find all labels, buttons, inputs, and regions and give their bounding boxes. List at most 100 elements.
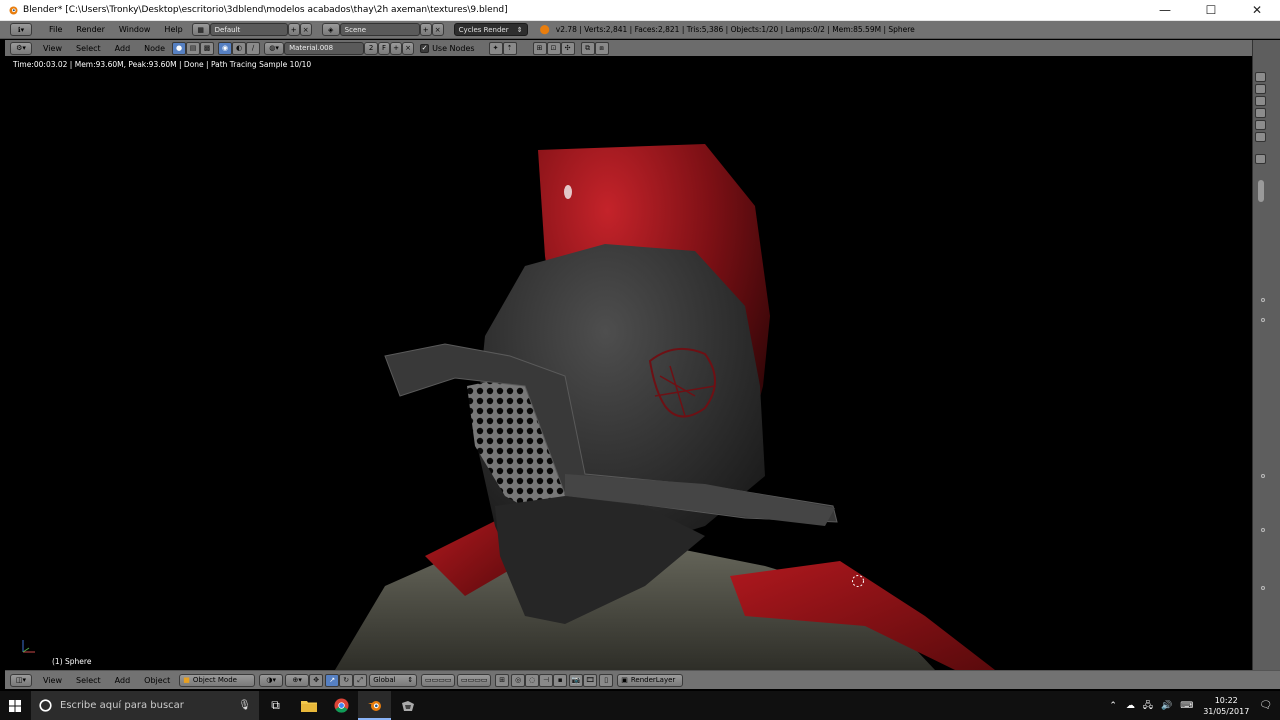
- scale-manipulator-icon[interactable]: ⤢: [353, 673, 368, 687]
- microphone-icon[interactable]: 🎙: [238, 700, 251, 711]
- render-engine-select[interactable]: Cycles Render ⇕: [453, 23, 528, 36]
- panel-dot-icon[interactable]: [1261, 298, 1265, 302]
- layout-browse-icon[interactable]: ▦: [191, 23, 210, 36]
- scene-add-icon[interactable]: +: [419, 23, 432, 36]
- panel-toggle-icon[interactable]: [1255, 154, 1266, 164]
- snap-element-3d-icon[interactable]: ▪: [553, 673, 568, 687]
- close-button[interactable]: ✕: [1234, 0, 1280, 21]
- layout-remove-icon[interactable]: ×: [299, 23, 312, 36]
- rotate-manipulator-icon[interactable]: ↻: [339, 673, 354, 687]
- render-props-icon[interactable]: [1255, 72, 1266, 82]
- view-menu-view[interactable]: View: [36, 676, 69, 685]
- node-menu-add[interactable]: Add: [108, 44, 138, 53]
- snap-toggle-icon[interactable]: ⊞: [532, 41, 547, 55]
- scene-browse-icon[interactable]: ◈: [321, 23, 340, 36]
- go-to-parent-icon[interactable]: ⇡: [502, 41, 517, 55]
- network-icon[interactable]: 🖧: [1143, 698, 1153, 714]
- shader-nodes-icon[interactable]: ●: [172, 41, 187, 55]
- material-users-count[interactable]: 2: [364, 41, 379, 55]
- object-shader-icon[interactable]: ◉: [218, 41, 233, 55]
- rendered-viewport[interactable]: Time:00:03.02 | Mem:93.60M, Peak:93.60M …: [5, 56, 1252, 670]
- layout-add-icon[interactable]: +: [287, 23, 300, 36]
- editor-type-3dview-icon[interactable]: ◫▾: [10, 673, 32, 687]
- pivot-point-icon[interactable]: ⊕▾: [285, 673, 310, 687]
- panel-dot-icon[interactable]: [1261, 474, 1265, 478]
- copy-nodes-icon[interactable]: ⧉: [580, 41, 595, 55]
- transform-orientation-select[interactable]: Global ⇕: [369, 673, 418, 687]
- file-explorer-button[interactable]: [292, 691, 325, 720]
- fake-user-toggle[interactable]: F: [378, 41, 391, 55]
- node-menu-view[interactable]: View: [36, 44, 69, 53]
- world-props-icon[interactable]: [1255, 108, 1266, 118]
- view-menu-add[interactable]: Add: [108, 676, 138, 685]
- properties-sidebar-strip[interactable]: [1252, 40, 1280, 670]
- node-menu-select[interactable]: Select: [69, 44, 108, 53]
- material-props-icon[interactable]: [1255, 132, 1266, 142]
- paste-nodes-icon[interactable]: ⧈: [594, 41, 609, 55]
- snap-icon[interactable]: ⊣: [539, 673, 554, 687]
- task-view-button[interactable]: ⧉: [259, 691, 292, 720]
- snap-element-icon[interactable]: ⊡: [546, 41, 561, 55]
- editor-type-node-icon[interactable]: ⚙▾: [10, 41, 32, 55]
- render-layer-toggle-icon[interactable]: ▯: [599, 673, 614, 687]
- scene-props-icon[interactable]: [1255, 96, 1266, 106]
- taskbar-search-box[interactable]: Escribe aquí para buscar 🎙: [31, 691, 259, 720]
- mode-select[interactable]: ■ Object Mode: [179, 673, 256, 687]
- translate-manipulator-icon[interactable]: ↗: [325, 673, 340, 687]
- task-view-icon: ⧉: [271, 698, 280, 712]
- compositing-nodes-icon[interactable]: ▤: [186, 41, 201, 55]
- show-hidden-icons-icon[interactable]: ⌃: [1109, 701, 1117, 711]
- panel-dot-icon[interactable]: [1261, 318, 1265, 322]
- start-button[interactable]: [0, 691, 30, 720]
- scene-layers-grid-right[interactable]: ▭▭▭▭: [457, 673, 492, 687]
- notifications-icon[interactable]: 🗨: [1259, 700, 1272, 711]
- onedrive-icon[interactable]: ☁: [1126, 701, 1135, 711]
- view-menu-select[interactable]: Select: [69, 676, 108, 685]
- taskbar-clock[interactable]: 10:22 31/05/2017: [1203, 695, 1249, 717]
- material-unlink-icon[interactable]: ×: [402, 41, 415, 55]
- proportional-edit-icon[interactable]: ◎: [511, 673, 526, 687]
- use-nodes-toggle[interactable]: ✓ Use Nodes: [420, 43, 475, 53]
- menu-help[interactable]: Help: [157, 25, 189, 34]
- viewport-shading-icon[interactable]: ◑▾: [259, 673, 284, 687]
- object-props-icon[interactable]: [1255, 120, 1266, 130]
- blender-taskbar-button[interactable]: [358, 691, 391, 720]
- material-name-field[interactable]: Material.008: [284, 41, 365, 55]
- panel-dot-icon[interactable]: [1261, 528, 1265, 532]
- menu-window[interactable]: Window: [112, 25, 158, 34]
- lock-layers-icon[interactable]: ⊞: [495, 673, 510, 687]
- layer-props-icon[interactable]: [1255, 84, 1266, 94]
- scene-remove-icon[interactable]: ×: [431, 23, 444, 36]
- opengl-anim-icon[interactable]: 🎞: [583, 673, 598, 687]
- minimize-button[interactable]: —: [1142, 0, 1188, 21]
- view-menu-object[interactable]: Object: [137, 676, 177, 685]
- menu-file[interactable]: File: [42, 25, 69, 34]
- pin-icon[interactable]: ✦: [488, 41, 503, 55]
- snap-target-icon[interactable]: ✣: [560, 41, 575, 55]
- keyboard-icon[interactable]: ⌨: [1180, 701, 1193, 711]
- volume-icon[interactable]: 🔊: [1161, 701, 1172, 711]
- maximize-button[interactable]: ☐: [1188, 0, 1234, 21]
- material-browse-icon[interactable]: ◍▾: [264, 41, 285, 55]
- window-title: Blender* [C:\Users\Tronky\Desktop\escrit…: [23, 5, 508, 15]
- game-app-button[interactable]: [391, 691, 424, 720]
- editor-type-info-icon[interactable]: ℹ▾: [10, 23, 32, 36]
- panel-dot-icon[interactable]: [1261, 586, 1265, 590]
- manipulator-toggle-icon[interactable]: ✥: [309, 673, 324, 687]
- checkbox-checked-icon[interactable]: ✓: [420, 43, 430, 53]
- falloff-icon[interactable]: ◌: [525, 673, 540, 687]
- texture-nodes-icon[interactable]: ▩: [200, 41, 215, 55]
- world-shader-icon[interactable]: ◐: [232, 41, 247, 55]
- node-menu-node[interactable]: Node: [137, 44, 172, 53]
- render-layer-select[interactable]: ▣ RenderLayer: [617, 673, 684, 687]
- app-window: Blender* [C:\Users\Tronky\Desktop\escrit…: [0, 0, 1280, 720]
- menu-render[interactable]: Render: [69, 25, 111, 34]
- material-add-icon[interactable]: +: [390, 41, 403, 55]
- opengl-render-icon[interactable]: 📷: [569, 673, 584, 687]
- layout-name-field[interactable]: Default: [209, 23, 288, 36]
- sidebar-scrollbar[interactable]: [1258, 180, 1264, 202]
- scene-layers-grid-left[interactable]: ▭▭▭▭: [421, 673, 456, 687]
- scene-name-field[interactable]: Scene: [339, 23, 420, 36]
- chrome-button[interactable]: [325, 691, 358, 720]
- linestyle-shader-icon[interactable]: ∕: [246, 41, 261, 55]
